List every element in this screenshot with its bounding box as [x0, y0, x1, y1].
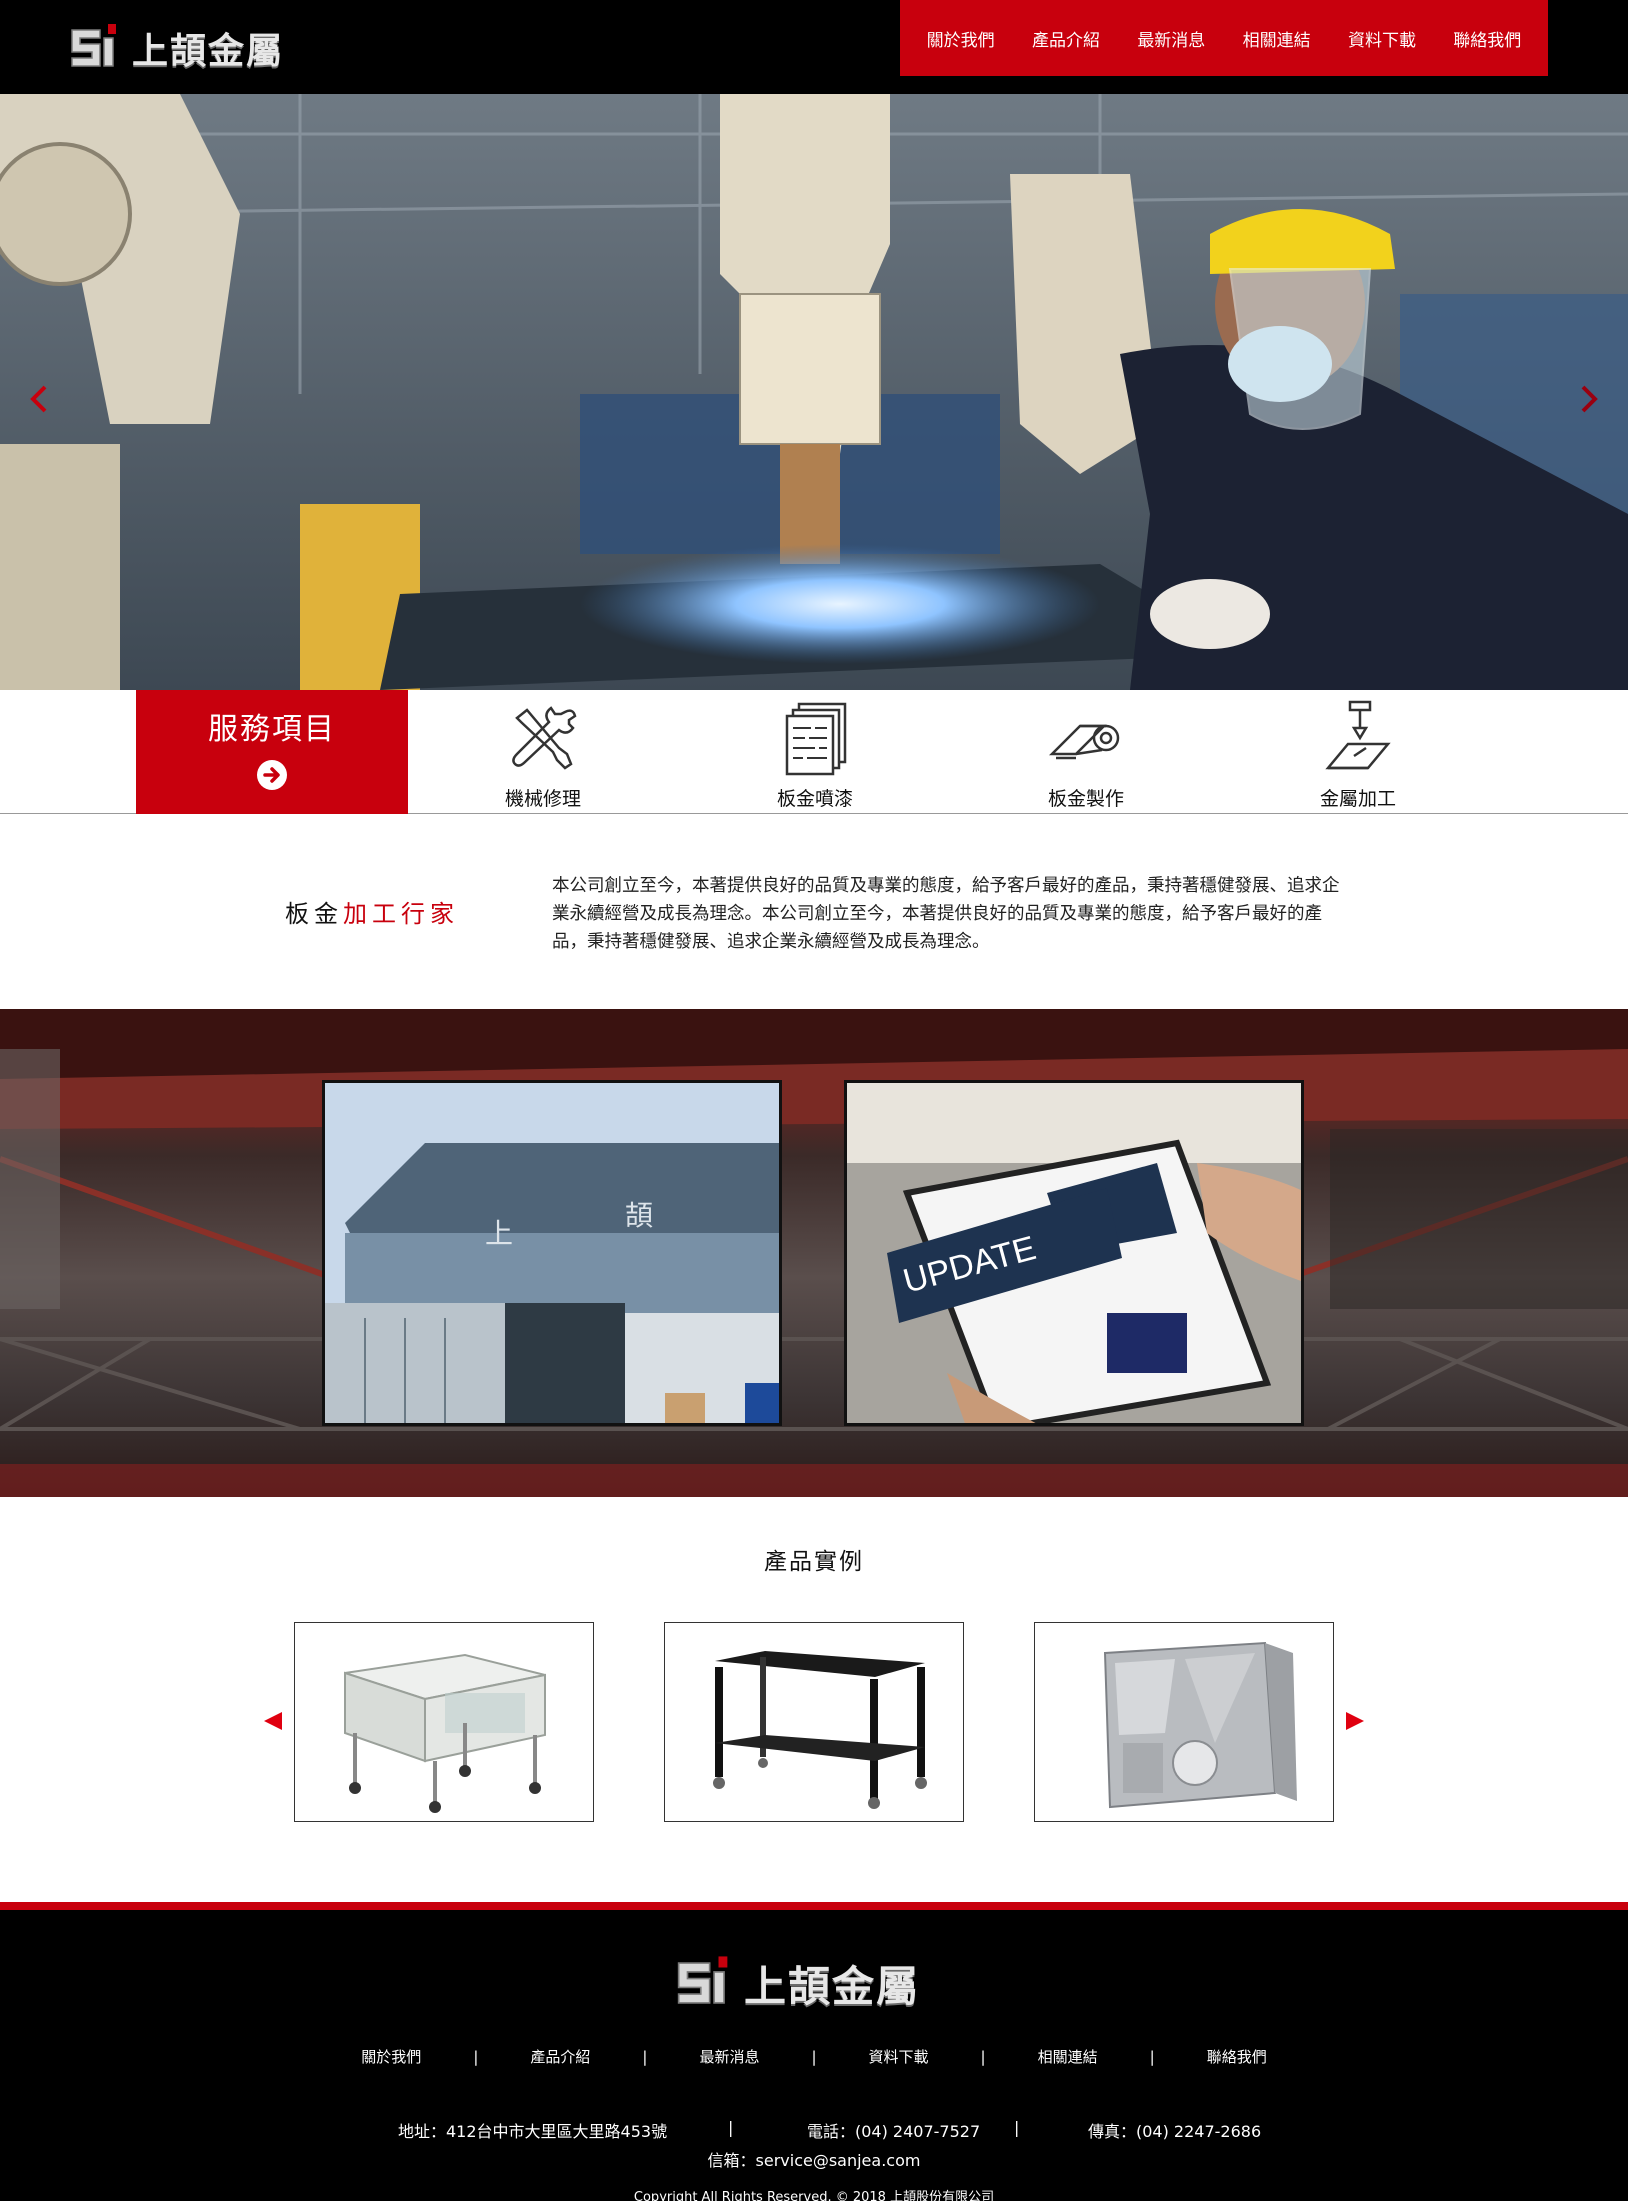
- footer-nav-contact[interactable]: 聯絡我們: [1207, 2048, 1267, 2066]
- products-title: 產品實例: [764, 1549, 864, 1575]
- nav-contact[interactable]: 聯絡我們: [1453, 26, 1521, 51]
- nav-links[interactable]: 相關連結: [1243, 26, 1311, 51]
- footer-nav-products[interactable]: 產品介紹: [530, 2048, 590, 2066]
- service-sheet-fabrication[interactable]: 板金製作: [986, 690, 1186, 814]
- footer-nav-separator: |: [1149, 2048, 1155, 2066]
- rolled-metal-icon: [1048, 724, 1120, 760]
- factory-building-image: 上 頡: [325, 1083, 779, 1423]
- footer-fax: 傳真：(04) 2247-2686: [1088, 2122, 1262, 2141]
- intro-text: 本公司創立至今，本著提供良好的品質及專業的態度，給予客戶最好的產品，秉持著穩健發…: [552, 876, 1340, 952]
- service-label: 機械修理: [504, 788, 581, 810]
- service-label: 板金製作: [1047, 788, 1124, 810]
- main-nav: 關於我們 產品介紹 最新消息 相關連結 資料下載 聯絡我們: [900, 0, 1548, 76]
- factory-background-image: [0, 1009, 1628, 1497]
- services-bar: 服務項目 機械修理 板金噴漆 板金製作 金屬加工: [0, 690, 1628, 814]
- nav-news[interactable]: 最新消息: [1137, 26, 1205, 51]
- hero-next-button[interactable]: [1573, 379, 1603, 419]
- product-box-frame-image: [1103, 1641, 1297, 1809]
- footer-nav-separator: |: [642, 2048, 648, 2066]
- logo-mark-icon: [677, 1956, 728, 2004]
- footer-nav-separator: |: [473, 2048, 479, 2066]
- service-label: 金屬加工: [1319, 788, 1396, 810]
- site-logo[interactable]: 上頡金屬: [66, 18, 284, 78]
- triangle-right-icon: [1346, 1712, 1364, 1730]
- services-title-box[interactable]: 服務項目: [136, 690, 408, 814]
- product-card[interactable]: [1034, 1622, 1334, 1822]
- product-card[interactable]: [664, 1622, 964, 1822]
- chevron-right-icon: [1581, 385, 1598, 413]
- footer-nav: 關於我們 | 產品介紹 | 最新消息 | 資料下載 | 相關連結 | 聯絡我們: [0, 2046, 1628, 2067]
- footer-phone: 電話：(04) 2407-7527: [807, 2122, 981, 2141]
- products-next-button[interactable]: [1342, 1706, 1368, 1736]
- intro-heading: 板金加工行家: [285, 894, 459, 929]
- factory-sign-char-1: 上: [485, 1217, 513, 1250]
- footer-email[interactable]: 信箱：service@sanjea.com: [0, 2147, 1628, 2171]
- footer-nav-links[interactable]: 相關連結: [1038, 2048, 1098, 2066]
- about-card[interactable]: 上 頡: [322, 1080, 782, 1426]
- nav-products[interactable]: 產品介紹: [1032, 26, 1100, 51]
- hero-prev-button[interactable]: [25, 379, 55, 419]
- footer-logo-text: 上頡金屬: [744, 1961, 921, 2011]
- footer-nav-about[interactable]: 關於我們: [361, 2048, 421, 2066]
- arrow-circle-right-icon: [258, 761, 286, 789]
- product-frame-white-image: [344, 1653, 546, 1813]
- feature-band: 上 頡 UPDATE: [0, 1009, 1628, 1497]
- footer-logo[interactable]: 上頡金屬: [672, 1948, 920, 2018]
- press-machine-icon: [1325, 700, 1391, 770]
- logo-text: 上頡金屬: [132, 31, 285, 72]
- hero-slider: [0, 94, 1628, 690]
- nav-about[interactable]: 關於我們: [927, 26, 995, 51]
- footer-nav-news[interactable]: 最新消息: [699, 2048, 759, 2066]
- footer-nav-separator: |: [811, 2048, 817, 2066]
- services-go-button[interactable]: [257, 760, 287, 790]
- factory-sign-char-2: 頡: [625, 1199, 653, 1232]
- triangle-left-icon: [264, 1712, 282, 1730]
- product-card[interactable]: [294, 1622, 594, 1822]
- footer-info-separator: |: [1014, 2118, 1020, 2137]
- intro-heading-plain: 板金: [285, 900, 343, 928]
- footer-address: 地址：412台中市大里區大里路453號: [398, 2122, 668, 2141]
- chevron-left-icon: [30, 385, 47, 413]
- service-label: 板金噴漆: [776, 788, 853, 810]
- tools-wrench-icon: [512, 706, 577, 770]
- hero-image: [0, 94, 1628, 690]
- nav-downloads[interactable]: 資料下載: [1348, 26, 1416, 51]
- footer-nav-downloads[interactable]: 資料下載: [869, 2048, 929, 2066]
- logo-mark-icon: [71, 24, 116, 67]
- products-prev-button[interactable]: [260, 1706, 286, 1736]
- tablet-update-image: UPDATE: [847, 1083, 1301, 1423]
- site-footer: 上頡金屬 關於我們 | 產品介紹 | 最新消息 | 資料下載 | 相關連結 | 聯絡我們 地址：41…: [0, 1902, 1628, 2205]
- stacked-sheets-icon: [785, 702, 847, 776]
- services-title: 服務項目: [208, 712, 336, 747]
- product-frame-black-image: [713, 1651, 927, 1809]
- intro-heading-red: 加工行家: [343, 900, 459, 928]
- service-mechanical-repair[interactable]: 機械修理: [443, 690, 643, 814]
- service-metal-processing[interactable]: 金屬加工: [1258, 690, 1458, 814]
- footer-copyright: Copyright All Rights Reserved. © 2018 上頡…: [633, 2190, 995, 2205]
- service-sheet-painting[interactable]: 板金噴漆: [715, 690, 915, 814]
- news-card[interactable]: UPDATE: [844, 1080, 1304, 1426]
- footer-info-separator: |: [728, 2118, 734, 2137]
- site-header: 上頡金屬 關於我們 產品介紹 最新消息 相關連結 資料下載 聯絡我們: [0, 0, 1628, 94]
- footer-nav-separator: |: [980, 2048, 986, 2066]
